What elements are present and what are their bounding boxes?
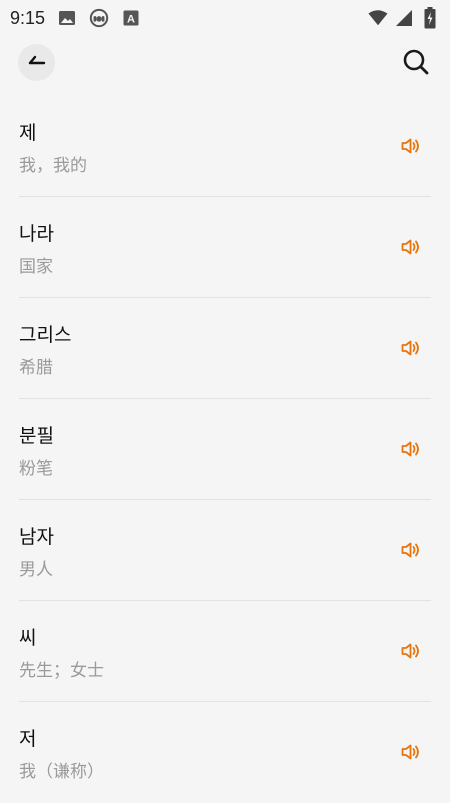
font-icon: A: [121, 8, 141, 28]
word-korean: 나라: [19, 223, 54, 245]
battery-icon: [420, 7, 440, 29]
list-item[interactable]: 남자 男人: [19, 500, 431, 601]
status-time: 9:15: [10, 7, 46, 28]
image-icon: [57, 8, 77, 28]
wifi-icon: [368, 8, 388, 28]
vocabulary-list: 제 我，我的 나라 国家 그리스 希腊 분필 粉笔 남자 男人 씨 先生；女士 …: [0, 96, 450, 803]
headset-icon: [89, 8, 109, 28]
speaker-icon[interactable]: [400, 338, 422, 358]
word-korean: 분필: [19, 425, 54, 447]
word-korean: 씨: [19, 627, 37, 649]
list-item[interactable]: 그리스 希腊: [19, 298, 431, 399]
search-icon: [402, 48, 430, 80]
back-arrow-icon: [28, 53, 46, 72]
word-korean: 제: [19, 122, 37, 144]
list-item[interactable]: 분필 粉笔: [19, 399, 431, 500]
word-meaning: 国家: [19, 257, 53, 277]
list-item[interactable]: 나라 国家: [19, 197, 431, 298]
speaker-icon[interactable]: [400, 641, 422, 661]
word-korean: 남자: [19, 526, 54, 548]
word-meaning: 男人: [19, 560, 53, 580]
speaker-icon[interactable]: [400, 540, 422, 560]
word-meaning: 我（谦称）: [19, 762, 104, 782]
word-meaning: 希腊: [19, 358, 53, 378]
list-item[interactable]: 제 我，我的: [19, 96, 431, 197]
toolbar: [0, 40, 450, 84]
signal-icon: [394, 8, 414, 28]
status-bar: 9:15 A: [0, 0, 450, 36]
back-button[interactable]: [18, 44, 55, 81]
list-item[interactable]: 저 我（谦称）: [19, 702, 431, 803]
word-meaning: 粉笔: [19, 459, 53, 479]
speaker-icon[interactable]: [400, 136, 422, 156]
speaker-icon[interactable]: [400, 742, 422, 762]
speaker-icon[interactable]: [400, 439, 422, 459]
list-item[interactable]: 씨 先生；女士: [19, 601, 431, 702]
speaker-icon[interactable]: [400, 237, 422, 257]
word-meaning: 我，我的: [19, 156, 87, 176]
word-korean: 그리스: [19, 324, 72, 346]
word-korean: 저: [19, 728, 37, 750]
word-meaning: 先生；女士: [19, 661, 104, 681]
search-button[interactable]: [400, 48, 432, 80]
svg-text:A: A: [127, 14, 135, 26]
